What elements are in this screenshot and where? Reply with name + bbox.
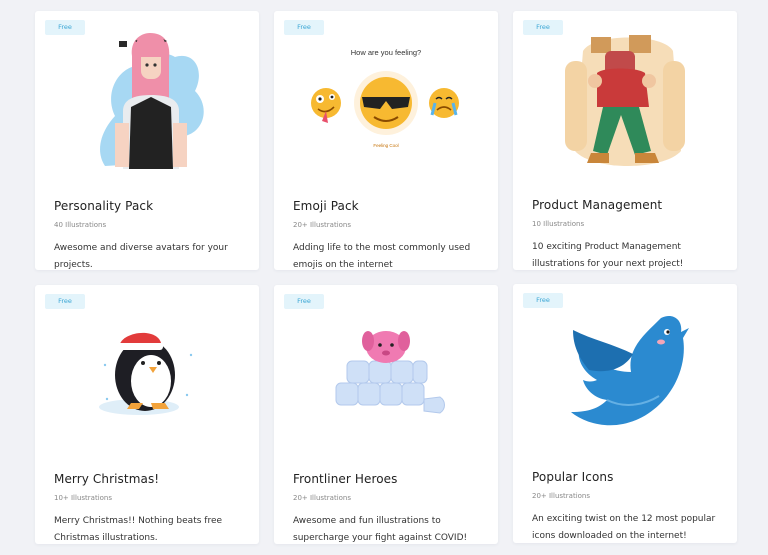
art-caption: Feeling Cool <box>373 143 398 148</box>
card-product-management[interactable]: Free Product Management 10 Illustrations… <box>513 11 737 270</box>
illustration-count: 20+ Illustrations <box>293 494 352 502</box>
card-description: Merry Christmas!! Nothing beats free Chr… <box>54 516 223 543</box>
toilet-paper-illustration <box>335 331 445 414</box>
illustration-count: 40 Illustrations <box>54 221 107 229</box>
card-frontliner-heroes[interactable]: Free Frontliner Heroes 20+ Illustrations… <box>274 285 498 544</box>
personality-avatar-illustration <box>100 33 204 169</box>
free-badge: Free <box>284 20 324 35</box>
card-title[interactable]: Merry Christmas! <box>54 472 159 486</box>
card-title[interactable]: Popular Icons <box>532 470 613 484</box>
illustration-count: 10 Illustrations <box>532 220 585 228</box>
card-description: 10 exciting Product Management illustrat… <box>532 242 684 269</box>
card-title[interactable]: Emoji Pack <box>293 199 359 213</box>
card-title[interactable]: Personality Pack <box>54 199 153 213</box>
card-merry-christmas[interactable]: Free Merry Christmas! 10+ Illustrations … <box>35 285 259 544</box>
free-badge: Free <box>523 20 563 35</box>
emoji-illustration: How are you feeling? Feeling Cool <box>311 48 459 148</box>
card-personality-pack[interactable]: Free Personality Pack 40 Illustrations A… <box>35 11 259 270</box>
card-description: An exciting twist on the 12 most popular… <box>532 514 716 541</box>
card-emoji-pack[interactable]: How are you feeling? Feeling Cool Free E… <box>274 11 498 270</box>
illustration-count: 10+ Illustrations <box>54 494 113 502</box>
free-badge: Free <box>45 294 85 309</box>
twitter-bird-illustration <box>571 315 689 426</box>
illustration-count: 20+ Illustrations <box>532 492 591 500</box>
free-badge: Free <box>523 293 563 308</box>
card-title[interactable]: Product Management <box>532 198 662 212</box>
free-badge: Free <box>284 294 324 309</box>
free-badge: Free <box>45 20 85 35</box>
product-management-illustration <box>565 35 685 166</box>
illustration-count: 20+ Illustrations <box>293 221 352 229</box>
card-description: Awesome and fun illustrations to superch… <box>293 516 468 543</box>
card-description: Adding life to the most commonly used em… <box>293 243 471 270</box>
card-title[interactable]: Frontliner Heroes <box>293 472 398 486</box>
card-popular-icons[interactable]: Free Popular Icons 20+ Illustrations An … <box>513 284 737 543</box>
christmas-penguin-illustration <box>99 328 193 415</box>
art-heading: How are you feeling? <box>351 48 421 57</box>
card-description: Awesome and diverse avatars for your pro… <box>54 243 228 270</box>
